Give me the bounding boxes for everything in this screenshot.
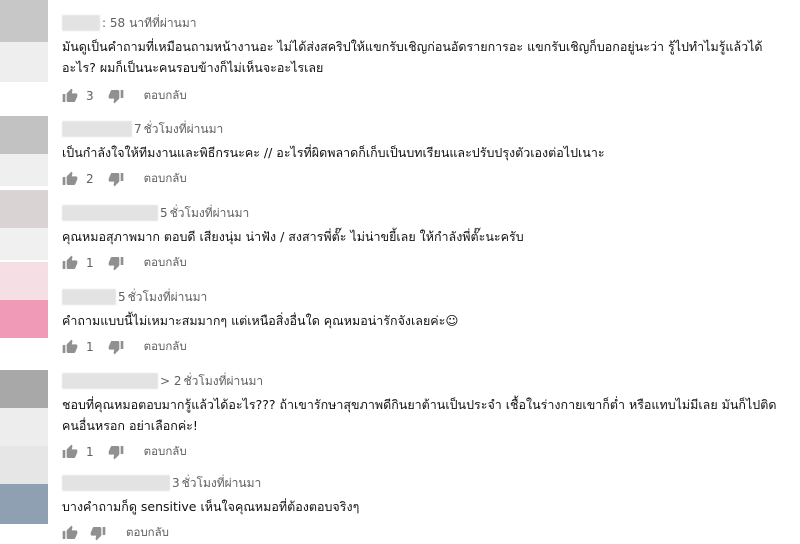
author-name[interactable] (62, 121, 132, 137)
reply-button[interactable]: ตอบกลับ (144, 87, 187, 105)
avatar (0, 42, 48, 82)
reply-button[interactable]: ตอบกลับ (144, 254, 187, 272)
avatar (0, 262, 48, 300)
comment: 5 ชั่วโมงที่ผ่านมา คุณหมอสุภาพมาก ตอบดี … (62, 204, 780, 273)
comment-timestamp[interactable]: ชั่วโมงที่ผ่านมา (184, 372, 264, 391)
comment-header: : 58 นาทีที่ผ่านมา (62, 14, 780, 32)
comment: 7 ชั่วโมงที่ผ่านมา เป็นกำลังใจให้ทีมงานแ… (62, 120, 780, 189)
avatar (0, 408, 48, 446)
thumbs-up-icon[interactable] (62, 255, 78, 271)
thumbs-up-icon[interactable] (62, 339, 78, 355)
thumbs-down-icon[interactable] (90, 525, 106, 541)
comment: 3 ชั่วโมงที่ผ่านมา บางคำถามก็ดู sensitiv… (62, 474, 780, 543)
comment-actions: 1 ตอบกลับ (62, 337, 780, 357)
comment-header: 3 ชั่วโมงที่ผ่านมา (62, 474, 780, 492)
author-suffix: > 2 (160, 374, 182, 388)
comment: 5 ชั่วโมงที่ผ่านมา คำถามแบบนี้ไม่เหมาะสม… (62, 288, 780, 357)
author-suffix: 7 (134, 122, 142, 136)
reply-button[interactable]: ตอบกลับ (144, 338, 187, 356)
comment-header: > 2 ชั่วโมงที่ผ่านมา (62, 372, 780, 390)
comment-actions: 1 ตอบกลับ (62, 253, 780, 273)
author-name[interactable] (62, 205, 158, 221)
thumbs-down-icon[interactable] (108, 444, 124, 460)
avatar[interactable] (0, 484, 48, 524)
avatar[interactable] (0, 0, 48, 42)
author-suffix: 5 (160, 206, 168, 220)
comment-text: เป็นกำลังใจให้ทีมงานและพิธีกรนะคะ // อะไ… (62, 145, 605, 160)
thumbs-down-icon[interactable] (108, 339, 124, 355)
like-count: 1 (86, 445, 94, 459)
thumbs-up-icon[interactable] (62, 444, 78, 460)
comment-actions: 2 ตอบกลับ (62, 169, 780, 189)
avatar[interactable] (0, 370, 48, 408)
thumbs-down-icon[interactable] (108, 255, 124, 271)
avatar (0, 228, 48, 260)
comment-header: 7 ชั่วโมงที่ผ่านมา (62, 120, 780, 138)
comment-timestamp[interactable]: ชั่วโมงที่ผ่านมา (128, 288, 208, 307)
reply-button[interactable]: ตอบกลับ (144, 443, 187, 461)
reply-button[interactable]: ตอบกลับ (144, 170, 187, 188)
avatar (0, 446, 48, 484)
like-count: 3 (86, 89, 94, 103)
comment-timestamp[interactable]: ชั่วโมงที่ผ่านมา (182, 474, 262, 493)
like-count: 2 (86, 172, 94, 186)
comment: : 58 นาทีที่ผ่านมา มันดูเป็นคำถามที่เหมื… (62, 14, 780, 106)
comment-text: คุณหมอสุภาพมาก ตอบดี เสียงนุ่ม น่าฟัง / … (62, 229, 524, 244)
thumbs-down-icon[interactable] (108, 171, 124, 187)
comment-text: มันดูเป็นคำถามที่เหมือนถามหน้างานอะ ไม่ไ… (62, 39, 763, 75)
comment-actions: 3 ตอบกลับ (62, 86, 780, 106)
comment-text: ชอบที่คุณหมอตอบมากรู้แล้วได้อะไร??? ถ้าเ… (62, 397, 777, 433)
author-name[interactable] (62, 475, 170, 491)
comment-actions: ตอบกลับ (62, 523, 780, 543)
thumbs-up-icon[interactable] (62, 525, 78, 541)
author-suffix: 5 (118, 290, 126, 304)
comment-header: 5 ชั่วโมงที่ผ่านมา (62, 288, 780, 306)
thumbs-down-icon[interactable] (108, 88, 124, 104)
avatar[interactable] (0, 300, 48, 338)
comment: > 2 ชั่วโมงที่ผ่านมา ชอบที่คุณหมอตอบมากร… (62, 372, 780, 462)
comment-text: คำถามแบบนี้ไม่เหมาะสมมากๆ แต่เหนือสิ่งอื… (62, 313, 459, 328)
thumbs-up-icon[interactable] (62, 171, 78, 187)
like-count: 1 (86, 340, 94, 354)
comment-text: บางคำถามก็ดู sensitive เห็นใจคุณหมอที่ต้… (62, 499, 360, 514)
author-name[interactable] (62, 15, 100, 31)
avatar[interactable] (0, 190, 48, 228)
author-name[interactable] (62, 289, 116, 305)
author-name[interactable] (62, 373, 158, 389)
thumbs-up-icon[interactable] (62, 88, 78, 104)
comment-timestamp[interactable]: นาทีที่ผ่านมา (129, 14, 196, 33)
author-suffix: 3 (172, 476, 180, 490)
avatar (0, 154, 48, 186)
like-count: 1 (86, 256, 94, 270)
avatar[interactable] (0, 116, 48, 154)
comment-timestamp[interactable]: ชั่วโมงที่ผ่านมา (144, 120, 224, 139)
comment-actions: 1 ตอบกลับ (62, 442, 780, 462)
comment-header: 5 ชั่วโมงที่ผ่านมา (62, 204, 780, 222)
comment-timestamp[interactable]: ชั่วโมงที่ผ่านมา (170, 204, 250, 223)
author-suffix: : 58 (102, 16, 126, 30)
reply-button[interactable]: ตอบกลับ (126, 524, 169, 542)
